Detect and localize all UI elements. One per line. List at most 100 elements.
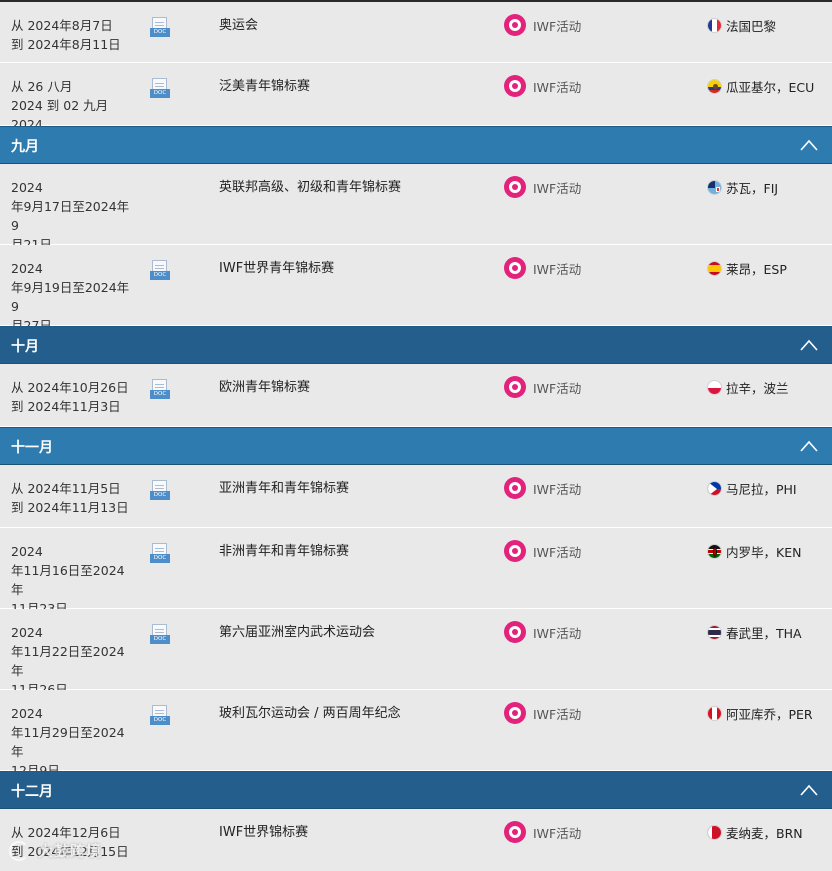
poland-flag-icon	[707, 380, 722, 395]
month-header[interactable]: 九月	[0, 126, 832, 164]
france-flag-icon	[707, 18, 722, 33]
event-name[interactable]: IWF世界青年锦标赛	[219, 259, 489, 278]
activity-label: IWF活动	[533, 380, 582, 396]
event-location: 内罗毕，KEN	[707, 542, 801, 561]
iwf-activity-icon	[504, 75, 526, 97]
event-name[interactable]: IWF世界锦标赛	[219, 823, 489, 842]
location-text: 瓜亚基尔，ECU	[726, 80, 815, 95]
event-name[interactable]: 英联邦高级、初级和青年锦标赛	[219, 178, 489, 197]
event-row: 2024 年9月17日至2024年9 月21日 英联邦高级、初级和青年锦标赛 IWF…	[0, 164, 832, 252]
activity-badge: IWF活动	[504, 702, 581, 724]
activity-badge: IWF活动	[504, 75, 581, 97]
watermark-logo-icon	[9, 840, 29, 861]
kenya-flag-icon	[707, 544, 722, 559]
peru-flag-icon	[707, 706, 722, 721]
event-location: 法国巴黎	[707, 16, 776, 35]
doc-file-icon[interactable]: DOC	[150, 78, 170, 100]
event-location: 拉辛，波兰	[707, 378, 789, 397]
doc-label: DOC	[150, 635, 170, 644]
activity-label: IWF活动	[533, 79, 582, 95]
event-name[interactable]: 泛美青年锦标赛	[219, 77, 489, 96]
doc-file-icon[interactable]: DOC	[150, 260, 170, 282]
activity-badge: IWF活动	[504, 176, 581, 198]
spain-flag-icon	[707, 261, 722, 276]
month-header[interactable]: 十一月	[0, 427, 832, 465]
activity-badge: IWF活动	[504, 621, 581, 643]
event-location: 瓜亚基尔，ECU	[707, 77, 814, 96]
event-row: 2024 年11月29日至2024年 12月9日 DOC 玻利瓦尔运动会 / 两百周…	[0, 690, 832, 778]
doc-file-icon[interactable]: DOC	[150, 543, 170, 565]
iwf-activity-icon	[504, 176, 526, 198]
philippines-flag-icon	[707, 481, 722, 496]
location-text: 内罗毕，KEN	[726, 545, 802, 560]
doc-file-icon[interactable]: DOC	[150, 379, 170, 401]
doc-file-icon[interactable]: DOC	[150, 705, 170, 727]
event-row: 2024 年11月22日至2024年 11月26日 DOC 第六届亚洲室内武术运动会…	[0, 609, 832, 697]
location-text: 莱昂，ESP	[726, 262, 787, 277]
ecuador-flag-icon	[707, 79, 722, 94]
event-location: 莱昂，ESP	[707, 259, 787, 278]
event-row: 2024 年11月16日至2024年 11月23日 DOC 非洲青年和青年锦标赛 IW…	[0, 528, 832, 616]
chevron-up-icon[interactable]	[800, 783, 818, 797]
event-name[interactable]: 非洲青年和青年锦标赛	[219, 542, 489, 561]
event-date: 从 2024年10月26日 到 2024年11月3日	[11, 380, 129, 414]
activity-label: IWF活动	[533, 180, 582, 196]
activity-label: IWF活动	[533, 706, 582, 722]
iwf-activity-icon	[504, 477, 526, 499]
iwf-activity-icon	[504, 376, 526, 398]
activity-badge: IWF活动	[504, 376, 581, 398]
event-list: 从 2024年8月7日 到 2024年8月11日 DOC 奥运会 IWF活动 法国巴黎从…	[0, 0, 832, 871]
activity-badge: IWF活动	[504, 821, 581, 843]
location-text: 春武里，THA	[726, 626, 802, 641]
month-header[interactable]: 十二月	[0, 771, 832, 809]
activity-badge: IWF活动	[504, 540, 581, 562]
doc-label: DOC	[150, 390, 170, 399]
location-text: 麦纳麦，BRN	[726, 826, 803, 841]
event-name[interactable]: 玻利瓦尔运动会 / 两百周年纪念	[219, 704, 489, 723]
activity-badge: IWF活动	[504, 257, 581, 279]
event-row: 从 2024年12月6日 到 2024年12月15日 IWF世界锦标赛 IWF活动麦…	[0, 809, 832, 871]
location-text: 苏瓦，FIJ	[726, 181, 779, 196]
event-date: 2024 年11月22日至2024年 11月26日	[11, 625, 125, 697]
event-row: 从 2024年8月7日 到 2024年8月11日 DOC 奥运会 IWF活动 法国巴黎	[0, 0, 832, 63]
event-date: 2024 年9月17日至2024年9 月21日	[11, 180, 130, 252]
doc-label: DOC	[150, 716, 170, 725]
doc-label: DOC	[150, 491, 170, 500]
doc-file-icon[interactable]: DOC	[150, 17, 170, 39]
month-header[interactable]: 十月	[0, 326, 832, 364]
event-name[interactable]: 奥运会	[219, 16, 489, 35]
event-name[interactable]: 第六届亚洲室内武术运动会	[219, 623, 489, 642]
fiji-flag-icon	[707, 180, 722, 195]
activity-label: IWF活动	[533, 18, 582, 34]
doc-file-icon[interactable]: DOC	[150, 624, 170, 646]
iwf-activity-icon	[504, 14, 526, 36]
doc-label: DOC	[150, 28, 170, 37]
location-text: 马尼拉，PHI	[726, 482, 797, 497]
chevron-up-icon[interactable]	[800, 439, 818, 453]
activity-label: IWF活动	[533, 544, 582, 560]
event-location: 春武里，THA	[707, 623, 802, 642]
watermark-text: 大鼓跨境	[38, 842, 103, 860]
event-name[interactable]: 亚洲青年和青年锦标赛	[219, 479, 489, 498]
doc-label: DOC	[150, 554, 170, 563]
event-location: 阿亚库乔，PER	[707, 704, 813, 723]
month-label: 十一月	[11, 440, 53, 456]
activity-label: IWF活动	[533, 261, 582, 277]
thailand-flag-icon	[707, 625, 722, 640]
month-label: 九月	[11, 139, 39, 155]
event-date: 从 2024年11月5日 到 2024年11月13日	[11, 481, 129, 515]
event-location: 苏瓦，FIJ	[707, 178, 778, 197]
event-name[interactable]: 欧洲青年锦标赛	[219, 378, 489, 397]
event-date: 从 2024年8月7日 到 2024年8月11日	[11, 18, 121, 52]
activity-label: IWF活动	[533, 825, 582, 841]
iwf-activity-icon	[504, 621, 526, 643]
doc-label: DOC	[150, 89, 170, 98]
chevron-up-icon[interactable]	[800, 138, 818, 152]
event-date: 2024 年11月29日至2024年 12月9日	[11, 706, 125, 778]
chevron-up-icon[interactable]	[800, 338, 818, 352]
activity-label: IWF活动	[533, 625, 582, 641]
event-date: 2024 年9月19日至2024年9 月27日	[11, 261, 130, 333]
doc-file-icon[interactable]: DOC	[150, 480, 170, 502]
month-label: 十月	[11, 339, 39, 355]
bahrain-flag-icon	[707, 825, 722, 840]
